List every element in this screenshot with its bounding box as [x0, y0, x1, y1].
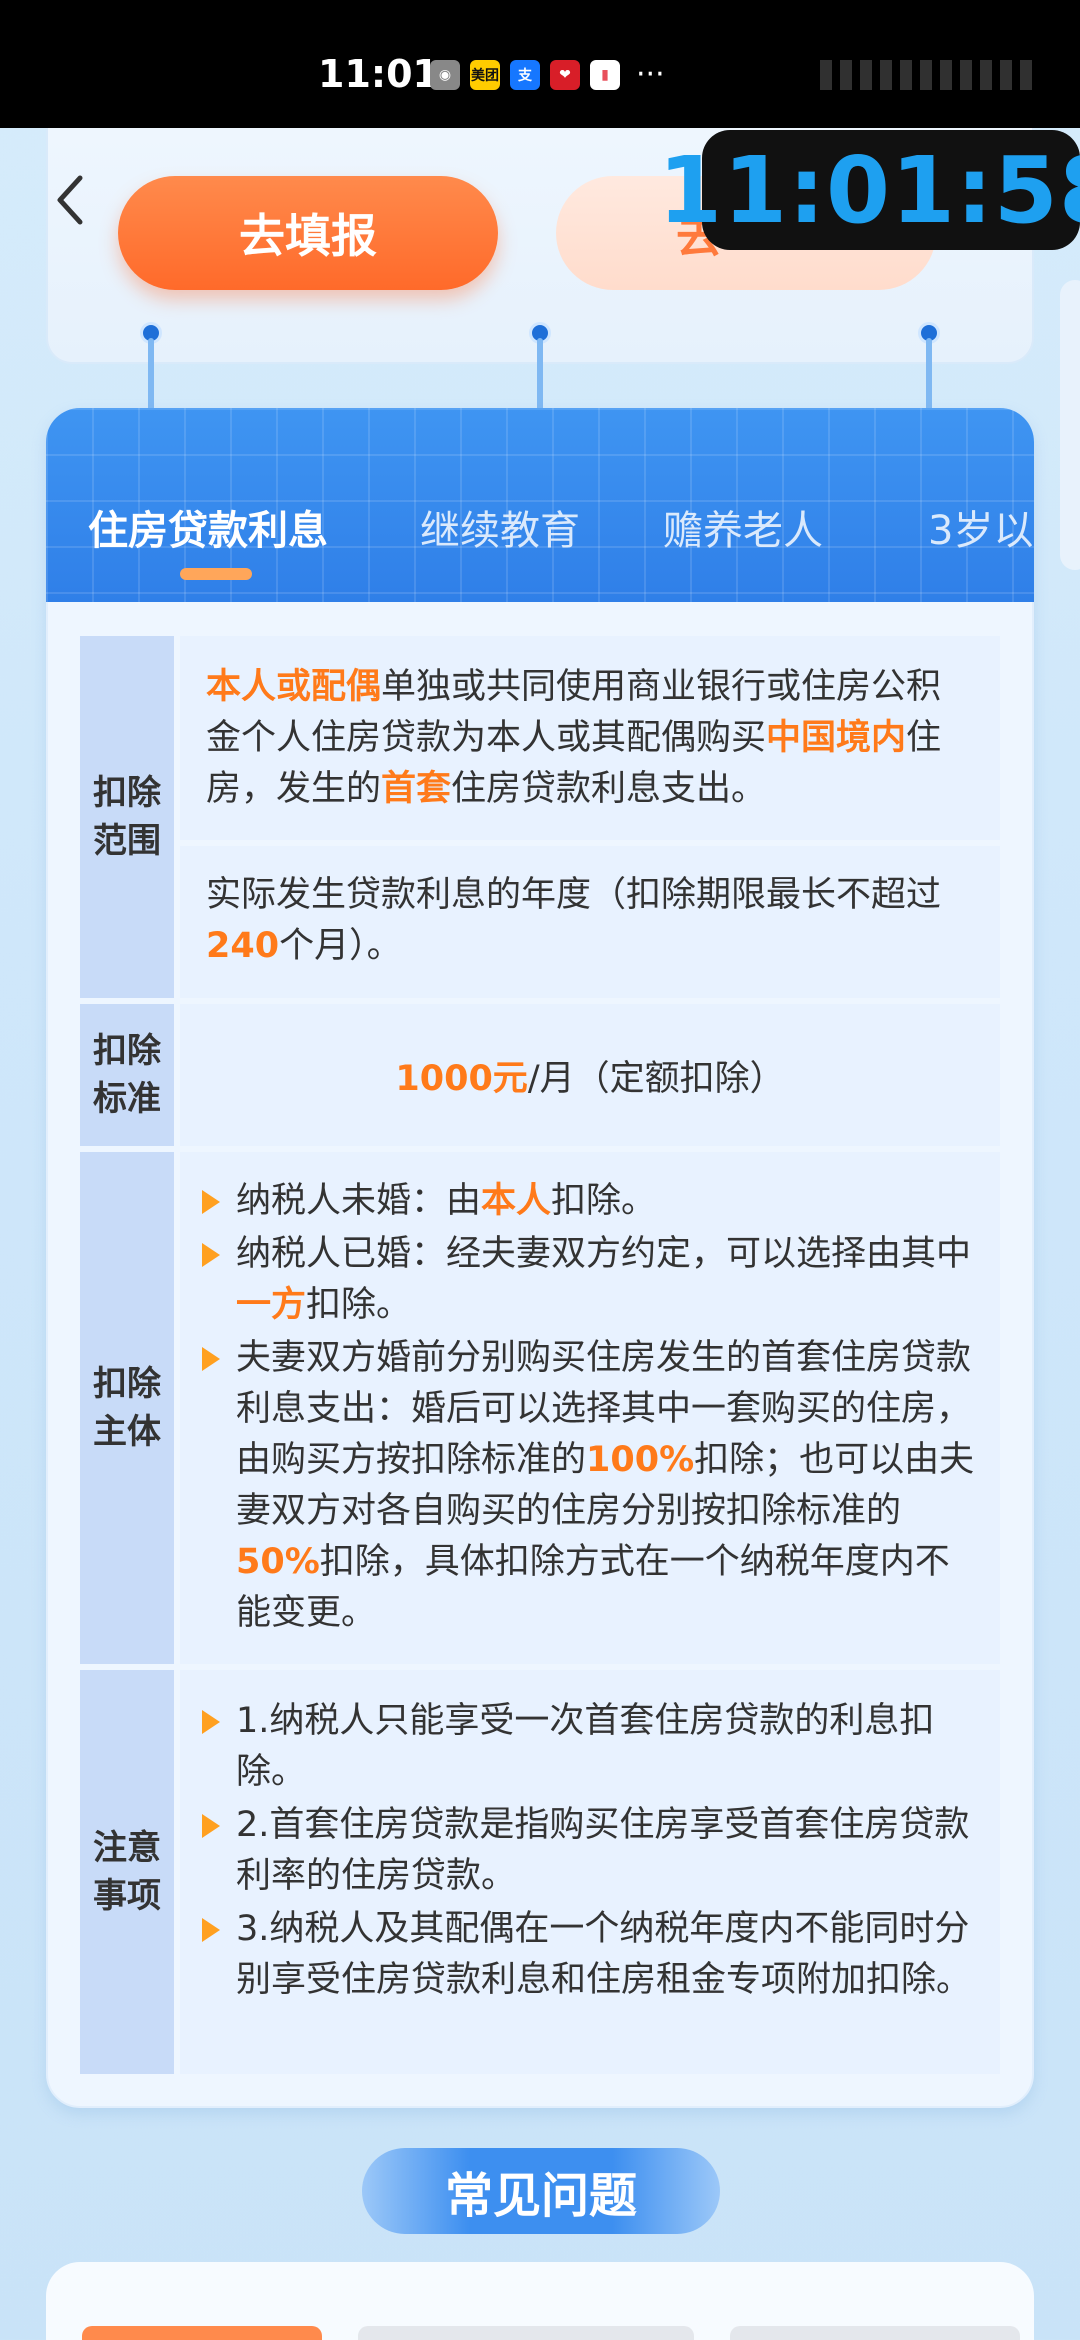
label-cell-standard: 扣除标准	[80, 1004, 174, 1146]
active-tab-indicator	[180, 568, 252, 580]
standard-cell: 1000元/月（定额扣除）	[180, 1004, 1000, 1146]
subject-bullet-1: 纳税人未婚：由本人扣除。	[202, 1176, 978, 1227]
status-time: 11:01	[318, 52, 439, 96]
scope-text-1: 本人或配偶单独或共同使用商业银行或住房公积金个人住房贷款为本人或其配偶购买中国境…	[206, 667, 942, 809]
scope-cell-1: 本人或配偶单独或共同使用商业银行或住房公积金个人住房贷款为本人或其配偶购买中国境…	[180, 636, 1000, 840]
notification-icons: ◉ 美团 支 ❤ ▮ ···	[430, 60, 665, 90]
subject-bullet-2: 纳税人已婚：经夫妻双方约定，可以选择由其中一方扣除。	[202, 1229, 978, 1331]
more-notifications-icon: ···	[636, 57, 665, 92]
standard-text: 1000元/月（定额扣除）	[395, 1058, 785, 1099]
tab-continuing-education[interactable]: 继续教育	[420, 498, 580, 556]
tab-elderly-support[interactable]: 赡养老人	[663, 498, 823, 556]
floating-clock: 11:01:58	[658, 130, 1080, 250]
tab-childcare[interactable]: 3岁以	[928, 498, 1032, 556]
note-item-1: 1.纳税人只能享受一次首套住房贷款的利息扣除。	[202, 1696, 978, 1798]
alipay-icon: 支	[510, 60, 540, 90]
status-bar: 11:01 ◉ 美团 支 ❤ ▮ ···	[0, 0, 1080, 128]
subject-cell: 纳税人未婚：由本人扣除。 纳税人已婚：经夫妻双方约定，可以选择由其中一方扣除。 …	[180, 1152, 1000, 1664]
faq-tab-3[interactable]	[730, 2326, 1020, 2340]
notes-cell: 1.纳税人只能享受一次首套住房贷款的利息扣除。 2.首套住房贷款是指购买住房享受…	[180, 1670, 1000, 2074]
row-scope: 扣除范围 本人或配偶单独或共同使用商业银行或住房公积金个人住房贷款为本人或其配偶…	[80, 636, 1000, 998]
faq-title: 常见问题	[362, 2148, 720, 2234]
label-subject: 扣除主体	[93, 1364, 161, 1452]
label-standard: 扣除标准	[93, 1031, 161, 1119]
subject-bullet-3: 夫妻双方婚前分别购买住房发生的首套住房贷款利息支出：婚后可以选择其中一套购买的住…	[202, 1333, 978, 1639]
row-notes: 注意事项 1.纳税人只能享受一次首套住房贷款的利息扣除。 2.首套住房贷款是指购…	[80, 1670, 1000, 2074]
fill-report-button[interactable]: 去填报	[118, 176, 498, 290]
tab-housing-loan-interest[interactable]: 住房贷款利息	[88, 498, 328, 556]
row-subject: 扣除主体 纳税人未婚：由本人扣除。 纳税人已婚：经夫妻双方约定，可以选择由其中一…	[80, 1152, 1000, 1664]
label-cell-scope: 扣除范围	[80, 636, 174, 998]
faq-tab-2[interactable]	[358, 2326, 694, 2340]
label-cell-notes: 注意事项	[80, 1670, 174, 2074]
label-scope: 扣除范围	[93, 773, 161, 861]
scope-cell-2: 实际发生贷款利息的年度（扣除期限最长不超过240个月）。	[180, 846, 1000, 998]
app-icon-pink: ▮	[590, 60, 620, 90]
label-notes: 注意事项	[93, 1828, 161, 1916]
label-cell-subject: 扣除主体	[80, 1152, 174, 1664]
row-standard: 扣除标准 1000元/月（定额扣除）	[80, 1004, 1000, 1146]
note-item-3: 3.纳税人及其配偶在一个纳税年度内不能同时分别享受住房贷款利息和住房租金专项附加…	[202, 1904, 978, 2006]
scope-text-2: 实际发生贷款利息的年度（扣除期限最长不超过240个月）。	[206, 875, 942, 966]
faq-tab-active[interactable]	[82, 2326, 322, 2340]
meituan-icon: 美团	[470, 60, 500, 90]
app-icon-1: ◉	[430, 60, 460, 90]
app-icon-red: ❤	[550, 60, 580, 90]
system-status-icons	[820, 60, 1040, 90]
note-item-2: 2.首套住房贷款是指购买住房享受首套住房贷款利率的住房贷款。	[202, 1800, 978, 1902]
back-arrow-icon[interactable]	[50, 170, 90, 230]
side-panel-edge	[1060, 280, 1080, 570]
